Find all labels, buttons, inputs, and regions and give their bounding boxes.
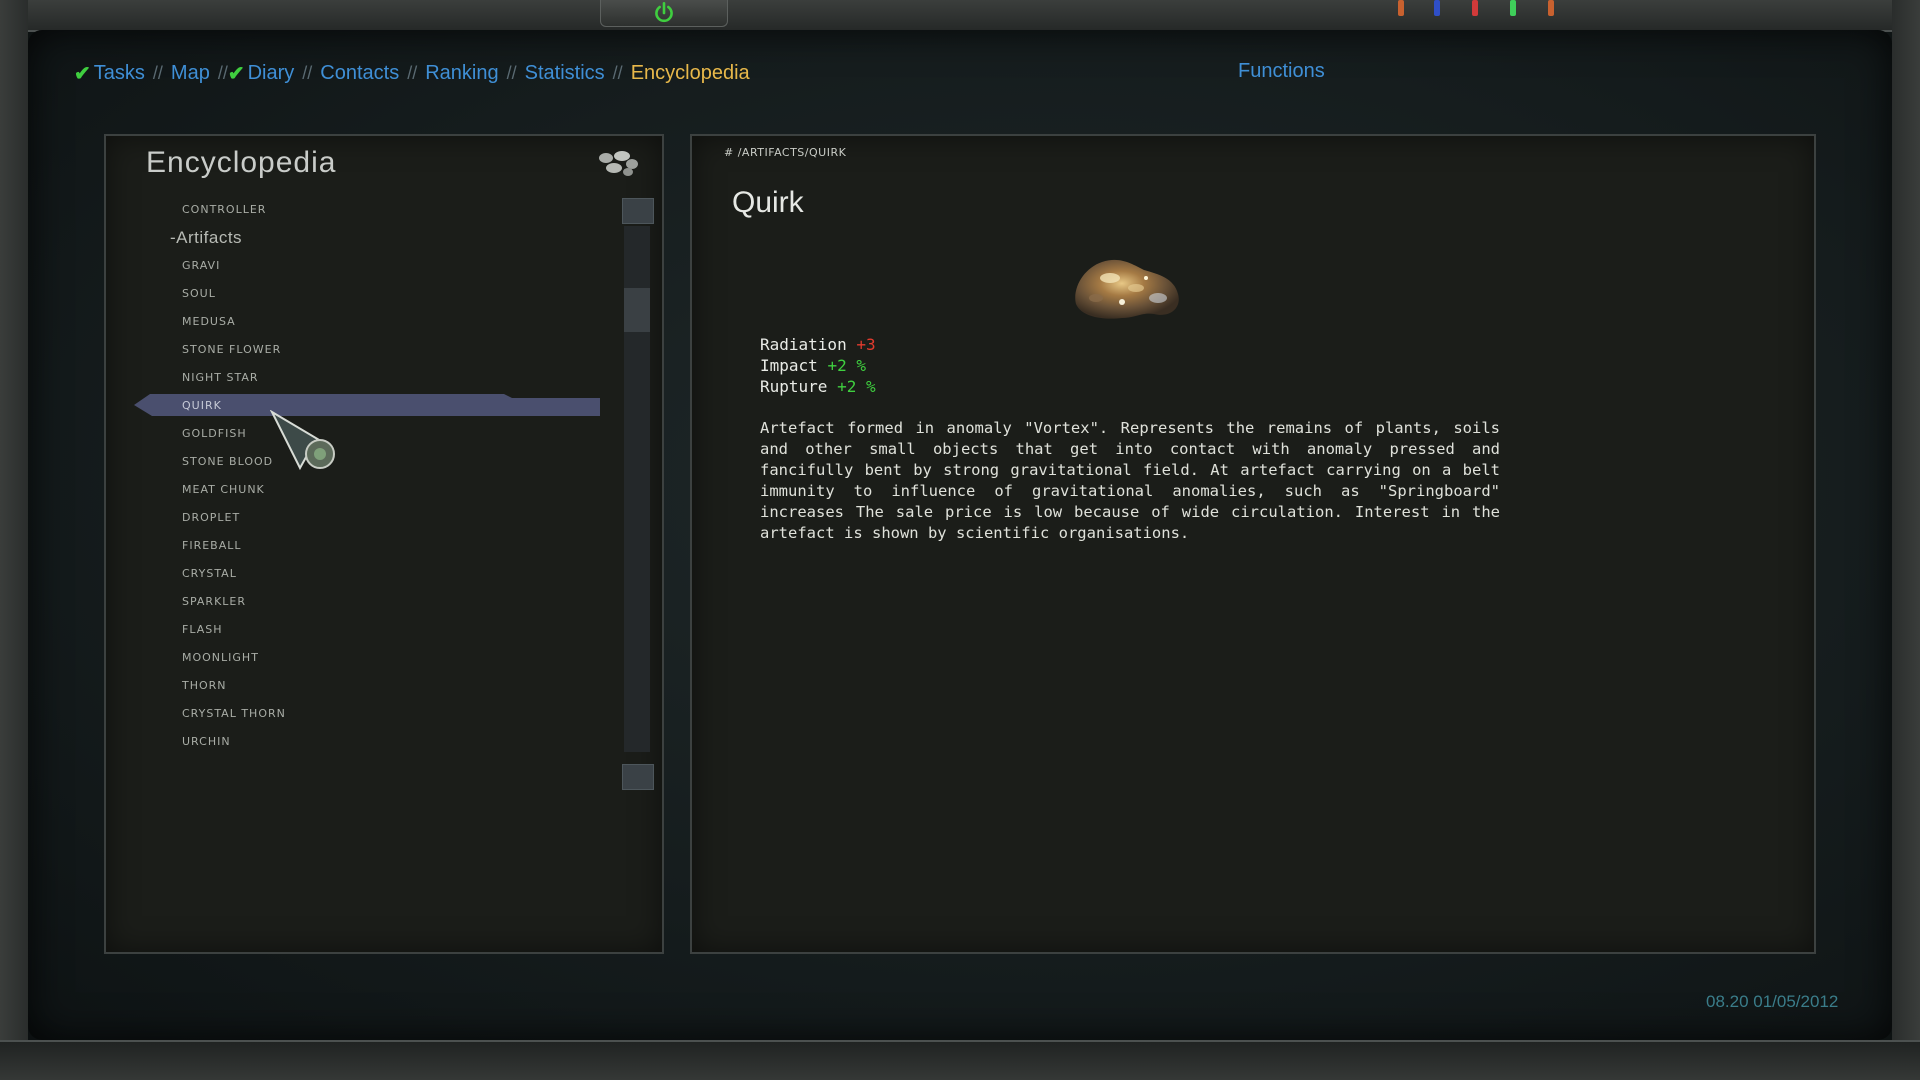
status-led-red xyxy=(1472,0,1478,16)
nav-separator: // xyxy=(506,62,517,83)
frame-right xyxy=(1892,0,1920,1080)
stat-radiation: Radiation +3 xyxy=(760,334,876,355)
nav-separator: // xyxy=(407,62,418,83)
tab-contacts[interactable]: Contacts xyxy=(320,62,399,85)
stat-value: +2 % xyxy=(837,377,876,396)
list-item-quirk[interactable]: QUIRK xyxy=(106,392,606,420)
article-title: Quirk xyxy=(732,186,804,219)
scroll-up-button[interactable] xyxy=(622,198,654,224)
artifact-stats: Radiation +3 Impact +2 % Rupture +2 % xyxy=(760,334,876,397)
tab-ranking[interactable]: Ranking xyxy=(425,62,498,85)
check-icon: ✔ xyxy=(227,62,245,85)
list-item-medusa[interactable]: MEDUSA xyxy=(106,308,606,336)
cursor-icon xyxy=(270,410,335,471)
list-item-controller[interactable]: CONTROLLER xyxy=(106,196,606,224)
power-button[interactable] xyxy=(600,0,728,27)
clock: 08.20 01/05/2012 xyxy=(1706,992,1839,1011)
breadcrumb: # /ARTIFACTS/QUIRK xyxy=(724,146,847,159)
stat-value: +3 xyxy=(856,335,876,354)
list-item-meat-chunk[interactable]: MEAT CHUNK xyxy=(106,476,606,504)
nav-separator: // xyxy=(302,62,313,83)
list-item-crystal-thorn[interactable]: CRYSTAL THORN xyxy=(106,700,606,728)
nav-separator: // xyxy=(612,62,623,83)
tab-encyclopedia[interactable]: Encyclopedia xyxy=(631,62,750,85)
status-led-orange xyxy=(1398,0,1404,16)
list-scrollbar[interactable] xyxy=(622,198,654,790)
list-item-gravi[interactable]: GRAVI xyxy=(106,252,606,280)
list-item-stone-blood[interactable]: STONE BLOOD xyxy=(106,448,606,476)
tab-map[interactable]: Map xyxy=(171,62,210,85)
stat-label: Radiation xyxy=(760,335,847,354)
list-item-droplet[interactable]: DROPLET xyxy=(106,504,606,532)
list-item-thorn[interactable]: THORN xyxy=(106,672,606,700)
encyclopedia-panel: Encyclopedia CONTROLLER -Artifacts GRAVI… xyxy=(104,134,664,954)
tab-tasks[interactable]: Tasks xyxy=(94,62,145,85)
stat-label: Impact xyxy=(760,356,818,375)
list-item-moonlight[interactable]: MOONLIGHT xyxy=(106,644,606,672)
scroll-thumb[interactable] xyxy=(624,288,650,332)
tab-statistics[interactable]: Statistics xyxy=(525,62,605,85)
nav-separator: // xyxy=(217,62,228,83)
tab-diary[interactable]: Diary xyxy=(248,62,295,85)
check-icon: ✔ xyxy=(74,62,91,85)
nav-separator: // xyxy=(152,62,163,83)
pda-screen: ✔ Tasks // Map // ✔ Diary // Contacts //… xyxy=(0,0,1920,1080)
status-led-blue xyxy=(1434,0,1440,16)
list-item-flash[interactable]: FLASH xyxy=(106,616,606,644)
stat-label: Rupture xyxy=(760,377,828,396)
pebbles-icon[interactable] xyxy=(596,148,640,178)
article-description: Artefact formed in anomaly "Vortex". Rep… xyxy=(760,419,1500,542)
category-artifacts[interactable]: -Artifacts xyxy=(106,224,606,252)
power-icon xyxy=(655,1,673,23)
stat-value: +2 % xyxy=(827,356,866,375)
frame-top xyxy=(0,0,1920,32)
list-item-urchin[interactable]: URCHIN xyxy=(106,728,606,756)
list-item-sparkler[interactable]: SPARKLER xyxy=(106,588,606,616)
encyclopedia-list: CONTROLLER -Artifacts GRAVI SOUL MEDUSA … xyxy=(106,196,606,756)
list-item-night-star[interactable]: NIGHT STAR xyxy=(106,364,606,392)
list-item-goldfish[interactable]: GOLDFISH xyxy=(106,420,606,448)
status-led-orange-2 xyxy=(1548,0,1554,16)
scroll-down-button[interactable] xyxy=(622,764,654,790)
panel-title: Encyclopedia xyxy=(146,146,337,179)
frame-left xyxy=(0,0,28,1080)
article-panel: # /ARTIFACTS/QUIRK Quirk Radiation +3 Im… xyxy=(690,134,1816,954)
frame-bottom xyxy=(0,1040,1920,1080)
stat-rupture: Rupture +2 % xyxy=(760,376,876,397)
artifact-image xyxy=(1075,259,1179,319)
list-item-soul[interactable]: SOUL xyxy=(106,280,606,308)
status-led-green xyxy=(1510,0,1516,16)
list-item-fireball[interactable]: FIREBALL xyxy=(106,532,606,560)
functions-menu[interactable]: Functions xyxy=(1238,60,1325,83)
top-nav: ✔ Tasks // Map // ✔ Diary // Contacts //… xyxy=(74,58,750,88)
list-item-crystal[interactable]: CRYSTAL xyxy=(106,560,606,588)
stat-impact: Impact +2 % xyxy=(760,355,876,376)
list-item-stone-flower[interactable]: STONE FLOWER xyxy=(106,336,606,364)
